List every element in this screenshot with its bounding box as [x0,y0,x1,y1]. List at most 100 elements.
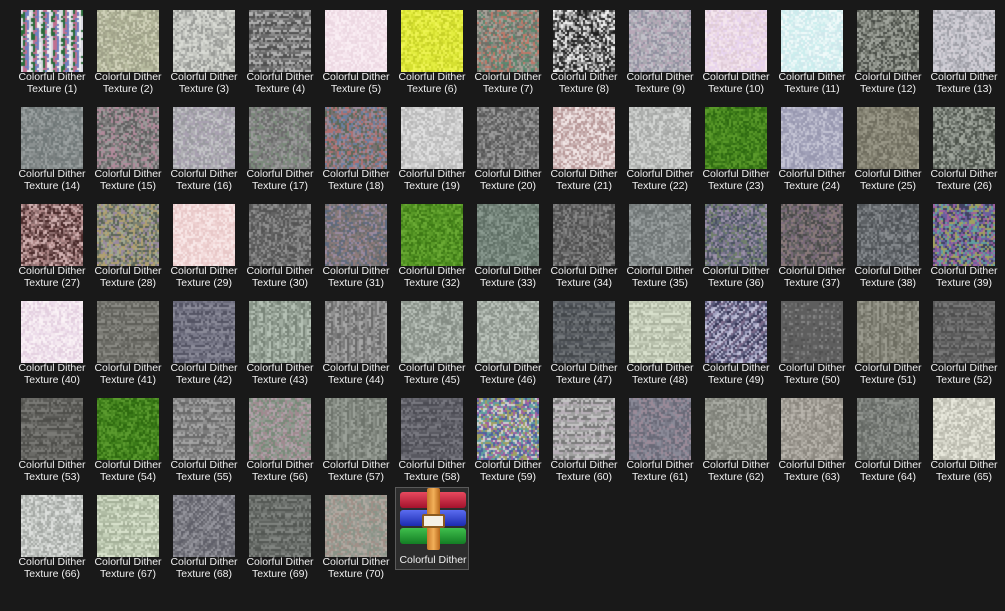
file-item-texture[interactable]: Colorful Dither Texture (20) [471,100,545,192]
file-item-texture[interactable]: Colorful Dither Texture (70) [319,488,393,580]
file-item-texture[interactable]: Colorful Dither Texture (21) [547,100,621,192]
file-name-line2: Texture (58) [403,471,461,483]
texture-thumbnail [933,398,995,460]
file-item-texture[interactable]: Colorful Dither Texture (40) [15,294,89,386]
file-name-line1: Colorful Dither [778,265,846,277]
file-item-texture[interactable]: Colorful Dither Texture (23) [699,100,773,192]
texture-thumbnail [21,398,83,460]
file-name-label: Colorful Dither Texture (28) [91,265,165,289]
file-item-texture[interactable]: Colorful Dither Texture (54) [91,391,165,483]
file-item-texture[interactable]: Colorful Dither Texture (33) [471,197,545,289]
file-item-texture[interactable]: Colorful Dither Texture (69) [243,488,317,580]
file-item-texture[interactable]: Colorful Dither Texture (17) [243,100,317,192]
file-item-texture[interactable]: Colorful Dither Texture (16) [167,100,241,192]
file-item-texture[interactable]: Colorful Dither Texture (6) [395,3,469,95]
file-item-texture[interactable]: Colorful Dither Texture (53) [15,391,89,483]
file-item-texture[interactable]: Colorful Dither Texture (47) [547,294,621,386]
file-item-texture[interactable]: Colorful Dither Texture (43) [243,294,317,386]
file-item-texture[interactable]: Colorful Dither Texture (58) [395,391,469,483]
file-item-texture[interactable]: Colorful Dither Texture (7) [471,3,545,95]
file-item-texture[interactable]: Colorful Dither Texture (24) [775,100,849,192]
file-item-texture[interactable]: Colorful Dither Texture (31) [319,197,393,289]
file-item-texture[interactable]: Colorful Dither Texture (15) [91,100,165,192]
texture-thumbnail [401,398,463,460]
file-item-texture[interactable]: Colorful Dither Texture (29) [167,197,241,289]
file-item-texture[interactable]: Colorful Dither Texture (3) [167,3,241,95]
file-item-texture[interactable]: Colorful Dither Texture (59) [471,391,545,483]
texture-thumbnail [97,398,159,460]
file-name-label: Colorful Dither Texture (49) [699,362,773,386]
texture-thumbnail [173,495,235,557]
file-item-archive[interactable]: Colorful Dither [395,487,469,570]
file-item-texture[interactable]: Colorful Dither Texture (25) [851,100,925,192]
file-item-texture[interactable]: Colorful Dither Texture (46) [471,294,545,386]
file-item-texture[interactable]: Colorful Dither Texture (61) [623,391,697,483]
file-name-line1: Colorful Dither [246,168,314,180]
file-item-texture[interactable]: Colorful Dither Texture (34) [547,197,621,289]
file-item-texture[interactable]: Colorful Dither Texture (52) [927,294,1001,386]
file-item-texture[interactable]: Colorful Dither Texture (9) [623,3,697,95]
file-item-texture[interactable]: Colorful Dither Texture (55) [167,391,241,483]
file-name-line1: Colorful Dither [778,459,846,471]
file-item-texture[interactable]: Colorful Dither Texture (62) [699,391,773,483]
file-item-texture[interactable]: Colorful Dither Texture (14) [15,100,89,192]
file-name-label: Colorful Dither Texture (21) [547,168,621,192]
file-item-texture[interactable]: Colorful Dither Texture (11) [775,3,849,95]
file-item-texture[interactable]: Colorful Dither Texture (57) [319,391,393,483]
file-name-line1: Colorful Dither [322,556,390,568]
file-item-texture[interactable]: Colorful Dither Texture (56) [243,391,317,483]
file-item-texture[interactable]: Colorful Dither Texture (51) [851,294,925,386]
file-item-texture[interactable]: Colorful Dither Texture (39) [927,197,1001,289]
file-item-texture[interactable]: Colorful Dither Texture (50) [775,294,849,386]
file-item-texture[interactable]: Colorful Dither Texture (8) [547,3,621,95]
file-item-texture[interactable]: Colorful Dither Texture (10) [699,3,773,95]
file-name-label: Colorful Dither Texture (69) [243,556,317,580]
file-item-texture[interactable]: Colorful Dither Texture (32) [395,197,469,289]
file-item-texture[interactable]: Colorful Dither Texture (41) [91,294,165,386]
file-item-texture[interactable]: Colorful Dither Texture (45) [395,294,469,386]
file-item-texture[interactable]: Colorful Dither Texture (22) [623,100,697,192]
texture-thumbnail [629,107,691,169]
file-name-line1: Colorful Dither [474,71,542,83]
file-name-line1: Colorful Dither [930,168,998,180]
file-item-texture[interactable]: Colorful Dither Texture (27) [15,197,89,289]
file-name-line2: Texture (31) [327,277,385,289]
file-item-texture[interactable]: Colorful Dither Texture (1) [15,3,89,95]
file-item-texture[interactable]: Colorful Dither Texture (26) [927,100,1001,192]
file-item-texture[interactable]: Colorful Dither Texture (4) [243,3,317,95]
file-item-texture[interactable]: Colorful Dither Texture (42) [167,294,241,386]
file-item-texture[interactable]: Colorful Dither Texture (64) [851,391,925,483]
file-name-line2: Texture (12) [859,83,917,95]
file-item-texture[interactable]: Colorful Dither Texture (12) [851,3,925,95]
file-item-texture[interactable]: Colorful Dither Texture (2) [91,3,165,95]
texture-thumbnail [21,495,83,557]
file-item-texture[interactable]: Colorful Dither Texture (44) [319,294,393,386]
file-item-texture[interactable]: Colorful Dither Texture (28) [91,197,165,289]
file-item-texture[interactable]: Colorful Dither Texture (60) [547,391,621,483]
file-name-line1: Colorful Dither [626,362,694,374]
file-item-texture[interactable]: Colorful Dither Texture (35) [623,197,697,289]
file-item-texture[interactable]: Colorful Dither Texture (13) [927,3,1001,95]
file-name-line2: Texture (23) [707,180,765,192]
texture-thumbnail [477,204,539,266]
file-name-line2: Texture (18) [327,180,385,192]
file-item-texture[interactable]: Colorful Dither Texture (37) [775,197,849,289]
file-item-texture[interactable]: Colorful Dither Texture (67) [91,488,165,580]
file-item-texture[interactable]: Colorful Dither Texture (48) [623,294,697,386]
file-name-line1: Colorful Dither [18,459,86,471]
file-name-line2: Texture (63) [783,471,841,483]
file-item-texture[interactable]: Colorful Dither Texture (63) [775,391,849,483]
file-item-texture[interactable]: Colorful Dither Texture (18) [319,100,393,192]
file-item-texture[interactable]: Colorful Dither Texture (5) [319,3,393,95]
file-name-label: Colorful Dither Texture (35) [623,265,697,289]
file-item-texture[interactable]: Colorful Dither Texture (38) [851,197,925,289]
file-item-texture[interactable]: Colorful Dither Texture (36) [699,197,773,289]
file-name-line1: Colorful Dither [94,168,162,180]
file-item-texture[interactable]: Colorful Dither Texture (19) [395,100,469,192]
file-item-texture[interactable]: Colorful Dither Texture (65) [927,391,1001,483]
file-item-texture[interactable]: Colorful Dither Texture (49) [699,294,773,386]
file-item-texture[interactable]: Colorful Dither Texture (30) [243,197,317,289]
file-item-texture[interactable]: Colorful Dither Texture (66) [15,488,89,580]
texture-thumbnail [97,301,159,363]
file-item-texture[interactable]: Colorful Dither Texture (68) [167,488,241,580]
